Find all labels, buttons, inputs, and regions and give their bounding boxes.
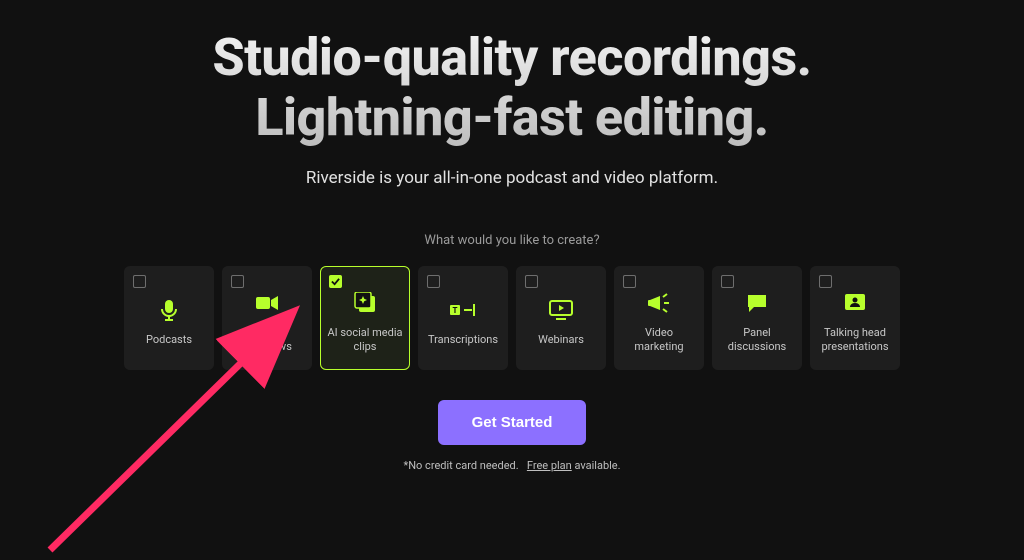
checkbox-icon — [819, 275, 832, 288]
option-label: Video marketing — [619, 326, 699, 354]
option-label: Panel discussions — [717, 326, 797, 354]
checkbox-icon — [721, 275, 734, 288]
hero-title-line2: Lightning-fast editing. — [255, 87, 768, 148]
get-started-button[interactable]: Get Started — [438, 400, 587, 445]
checkbox-icon — [427, 275, 440, 288]
text-caret-icon: T — [450, 297, 476, 323]
option-card-text-caret[interactable]: T Transcriptions — [418, 266, 508, 370]
option-label: AI social media clips — [325, 326, 405, 354]
option-card-megaphone[interactable]: Video marketing — [614, 266, 704, 370]
hero-title-line1: Studio-quality recordings. — [212, 27, 811, 88]
option-card-video[interactable]: Video interviews — [222, 266, 312, 370]
sparkle-clip-icon — [352, 290, 378, 316]
create-prompt: What would you like to create? — [0, 233, 1024, 248]
person-card-icon — [842, 290, 868, 316]
checkbox-icon — [623, 275, 636, 288]
option-card-mic[interactable]: Podcasts — [124, 266, 214, 370]
svg-text:T: T — [453, 306, 458, 315]
checkbox-icon — [231, 275, 244, 288]
option-card-sparkle-clip[interactable]: AI social media clips — [320, 266, 410, 370]
disclaimer-suffix: available. — [572, 459, 621, 472]
checkbox-icon — [525, 275, 538, 288]
option-card-screen[interactable]: Webinars — [516, 266, 606, 370]
screen-icon — [548, 297, 574, 323]
option-label: Transcriptions — [426, 333, 500, 347]
hero-title: Studio-quality recordings. Lightning-fas… — [0, 0, 1024, 148]
options-row: Podcasts Video interviews AI social media … — [0, 266, 1024, 370]
option-label: Webinars — [536, 333, 586, 347]
disclaimer: *No credit card needed. Free plan availa… — [0, 459, 1024, 472]
megaphone-icon — [646, 290, 672, 316]
free-plan-link[interactable]: Free plan — [527, 459, 572, 472]
mic-icon — [156, 297, 182, 323]
option-card-chat[interactable]: Panel discussions — [712, 266, 802, 370]
disclaimer-prefix: *No credit card needed. — [403, 459, 518, 472]
option-label: Talking head presentations — [815, 326, 895, 354]
option-card-person-card[interactable]: Talking head presentations — [810, 266, 900, 370]
checkbox-icon — [133, 275, 146, 288]
chat-icon — [744, 290, 770, 316]
option-label: Podcasts — [144, 333, 194, 347]
option-label: Video interviews — [227, 326, 307, 354]
hero-subtitle: Riverside is your all-in-one podcast and… — [0, 168, 1024, 188]
video-icon — [254, 290, 280, 316]
checkbox-icon — [329, 275, 342, 288]
